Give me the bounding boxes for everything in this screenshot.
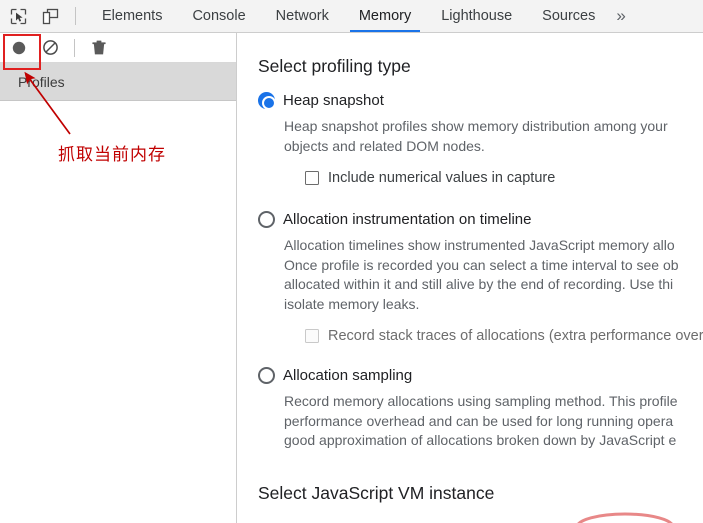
allocation-instrumentation-radio-row[interactable]: Allocation instrumentation on timeline	[258, 210, 703, 229]
delete-profile-button[interactable]	[88, 37, 110, 59]
tab-memory-label: Memory	[358, 8, 412, 24]
allocation-sampling-radio-row[interactable]: Allocation sampling	[258, 366, 703, 385]
devtools-tool-icons	[0, 0, 87, 32]
allocation-sampling-label: Allocation sampling	[283, 367, 413, 384]
tab-sources-label: Sources	[542, 8, 596, 24]
tab-lighthouse[interactable]: Lighthouse	[426, 0, 527, 32]
allocation-sampling-radio[interactable]	[258, 367, 275, 384]
devtools-tabbar: Elements Console Network Memory Lighthou…	[0, 0, 703, 33]
toolbar-divider	[75, 7, 76, 25]
memory-sidebar: Profiles	[0, 33, 237, 523]
inspect-element-icon[interactable]	[7, 5, 29, 27]
record-stack-traces-row[interactable]: Record stack traces of allocations (extr…	[305, 328, 703, 344]
tab-sources[interactable]: Sources	[527, 0, 610, 32]
tab-console[interactable]: Console	[177, 0, 260, 32]
sidebar-toolbar-divider	[74, 38, 75, 57]
record-heap-snapshot-button[interactable]	[8, 37, 30, 59]
more-tabs-label: »	[616, 6, 626, 25]
select-profiling-type-title: Select profiling type	[258, 56, 411, 76]
tab-memory[interactable]: Memory	[344, 0, 426, 32]
include-numerical-values-row[interactable]: Include numerical values in capture	[305, 170, 703, 186]
heap-snapshot-description: Heap snapshot profiles show memory distr…	[284, 118, 668, 154]
profiles-label: Profiles	[18, 73, 65, 90]
tab-lighthouse-label: Lighthouse	[441, 8, 513, 24]
sidebar-toolbar	[0, 33, 236, 70]
profiles-section-header: Profiles	[0, 63, 236, 101]
allocation-sampling-description: Record memory allocations using sampling…	[284, 393, 678, 448]
allocation-instrumentation-description: Allocation timelines show instrumented J…	[284, 237, 679, 312]
allocation-instrumentation-label: Allocation instrumentation on timeline	[283, 211, 532, 228]
tab-console-label: Console	[192, 8, 246, 24]
devtools-tab-list: Elements Console Network Memory Lighthou…	[87, 0, 610, 32]
option-allocation-sampling[interactable]: Allocation sampling Record memory alloca…	[258, 366, 703, 451]
device-toolbar-icon[interactable]	[39, 5, 61, 27]
devtools-window: Elements Console Network Memory Lighthou…	[0, 0, 703, 523]
clear-all-profiles-button[interactable]	[39, 37, 61, 59]
allocation-instrumentation-radio[interactable]	[258, 211, 275, 228]
select-vm-instance-title: Select JavaScript VM instance	[258, 482, 495, 503]
memory-profiling-panel: Select profiling type Heap snapshot Heap…	[238, 34, 703, 523]
option-heap-snapshot[interactable]: Heap snapshot Heap snapshot profiles sho…	[258, 91, 703, 186]
heap-snapshot-radio[interactable]	[258, 92, 276, 110]
tab-elements[interactable]: Elements	[87, 0, 177, 32]
option-allocation-instrumentation[interactable]: Allocation instrumentation on timeline A…	[258, 210, 703, 344]
include-numerical-values-checkbox[interactable]	[305, 171, 319, 185]
include-numerical-values-label: Include numerical values in capture	[328, 170, 556, 186]
more-tabs-icon[interactable]: »	[610, 0, 637, 32]
tab-network-label: Network	[275, 8, 329, 24]
record-stack-traces-checkbox[interactable]	[305, 329, 319, 343]
annotation-text: 抓取当前内存	[58, 145, 166, 165]
heap-snapshot-label: Heap snapshot	[283, 92, 384, 109]
tab-elements-label: Elements	[102, 8, 163, 24]
record-stack-traces-label: Record stack traces of allocations (extr…	[328, 328, 703, 344]
heap-snapshot-radio-row[interactable]: Heap snapshot	[258, 91, 703, 110]
tab-network[interactable]: Network	[261, 0, 344, 32]
